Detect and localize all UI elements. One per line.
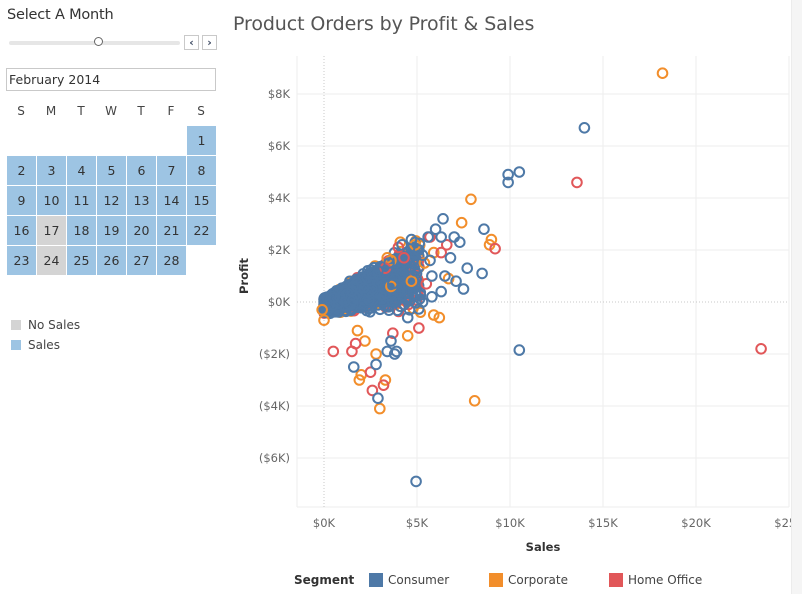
home-office-label[interactable]: Home Office <box>628 573 702 587</box>
x-axis-title: Sales <box>526 540 561 554</box>
y-tick-label: $2K <box>268 243 291 257</box>
y-tick-label: $4K <box>268 191 291 205</box>
home-office-swatch[interactable] <box>609 573 623 587</box>
y-tick-label: ($4K) <box>259 399 290 413</box>
scatter-point <box>372 392 384 405</box>
consumer-label[interactable]: Consumer <box>388 573 449 587</box>
scatter-point <box>461 262 474 275</box>
segment-legend-title: Segment <box>294 573 355 587</box>
scatter-point <box>370 358 382 371</box>
scatter-point <box>410 475 422 488</box>
scatter-point <box>359 335 371 347</box>
scatter-point <box>455 216 468 229</box>
scatter-point <box>351 324 364 337</box>
corporate-label[interactable]: Corporate <box>508 573 568 587</box>
corporate-swatch[interactable] <box>489 573 503 587</box>
scatter-point <box>347 361 360 373</box>
y-tick-label: $8K <box>268 87 291 101</box>
scatter-point <box>578 122 591 134</box>
scatter-point <box>444 251 457 264</box>
scatter-point <box>465 193 477 206</box>
scatter-point <box>478 223 490 235</box>
y-tick-label: ($2K) <box>259 347 290 361</box>
scatter-point <box>401 330 414 342</box>
scatter-point <box>435 285 447 298</box>
scatter-point <box>656 67 669 79</box>
scatter-point <box>476 267 488 280</box>
scatter-point <box>513 344 526 356</box>
consumer-swatch[interactable] <box>369 573 383 587</box>
y-tick-label: ($6K) <box>259 451 290 465</box>
scatter-point <box>327 345 340 358</box>
y-tick-label: $0K <box>268 295 291 309</box>
scatter-point <box>457 283 470 295</box>
scatter-point <box>374 402 386 415</box>
vertical-scrollbar[interactable] <box>791 0 802 594</box>
scatter-point <box>435 231 447 243</box>
scatter-point <box>513 166 526 178</box>
x-tick-label: $15K <box>588 516 618 530</box>
y-tick-label: $6K <box>268 139 291 153</box>
scatter-point <box>755 343 767 355</box>
x-tick-label: $10K <box>495 516 525 530</box>
scatter-point <box>426 270 438 282</box>
x-tick-label: $5K <box>406 516 429 530</box>
x-tick-label: $0K <box>313 516 336 530</box>
scatter-point <box>413 322 425 334</box>
scatter-point <box>468 395 481 407</box>
y-axis-title: Profit <box>237 257 251 294</box>
scatter-point <box>437 213 449 225</box>
scatter-chart: $8K $6K $4K $2K $0K ($2K) ($4K) ($6K) $0K $5K $10K… <box>237 56 802 554</box>
x-tick-label: $20K <box>681 516 711 530</box>
scatter-point <box>571 176 583 189</box>
scatter-point <box>426 291 438 303</box>
